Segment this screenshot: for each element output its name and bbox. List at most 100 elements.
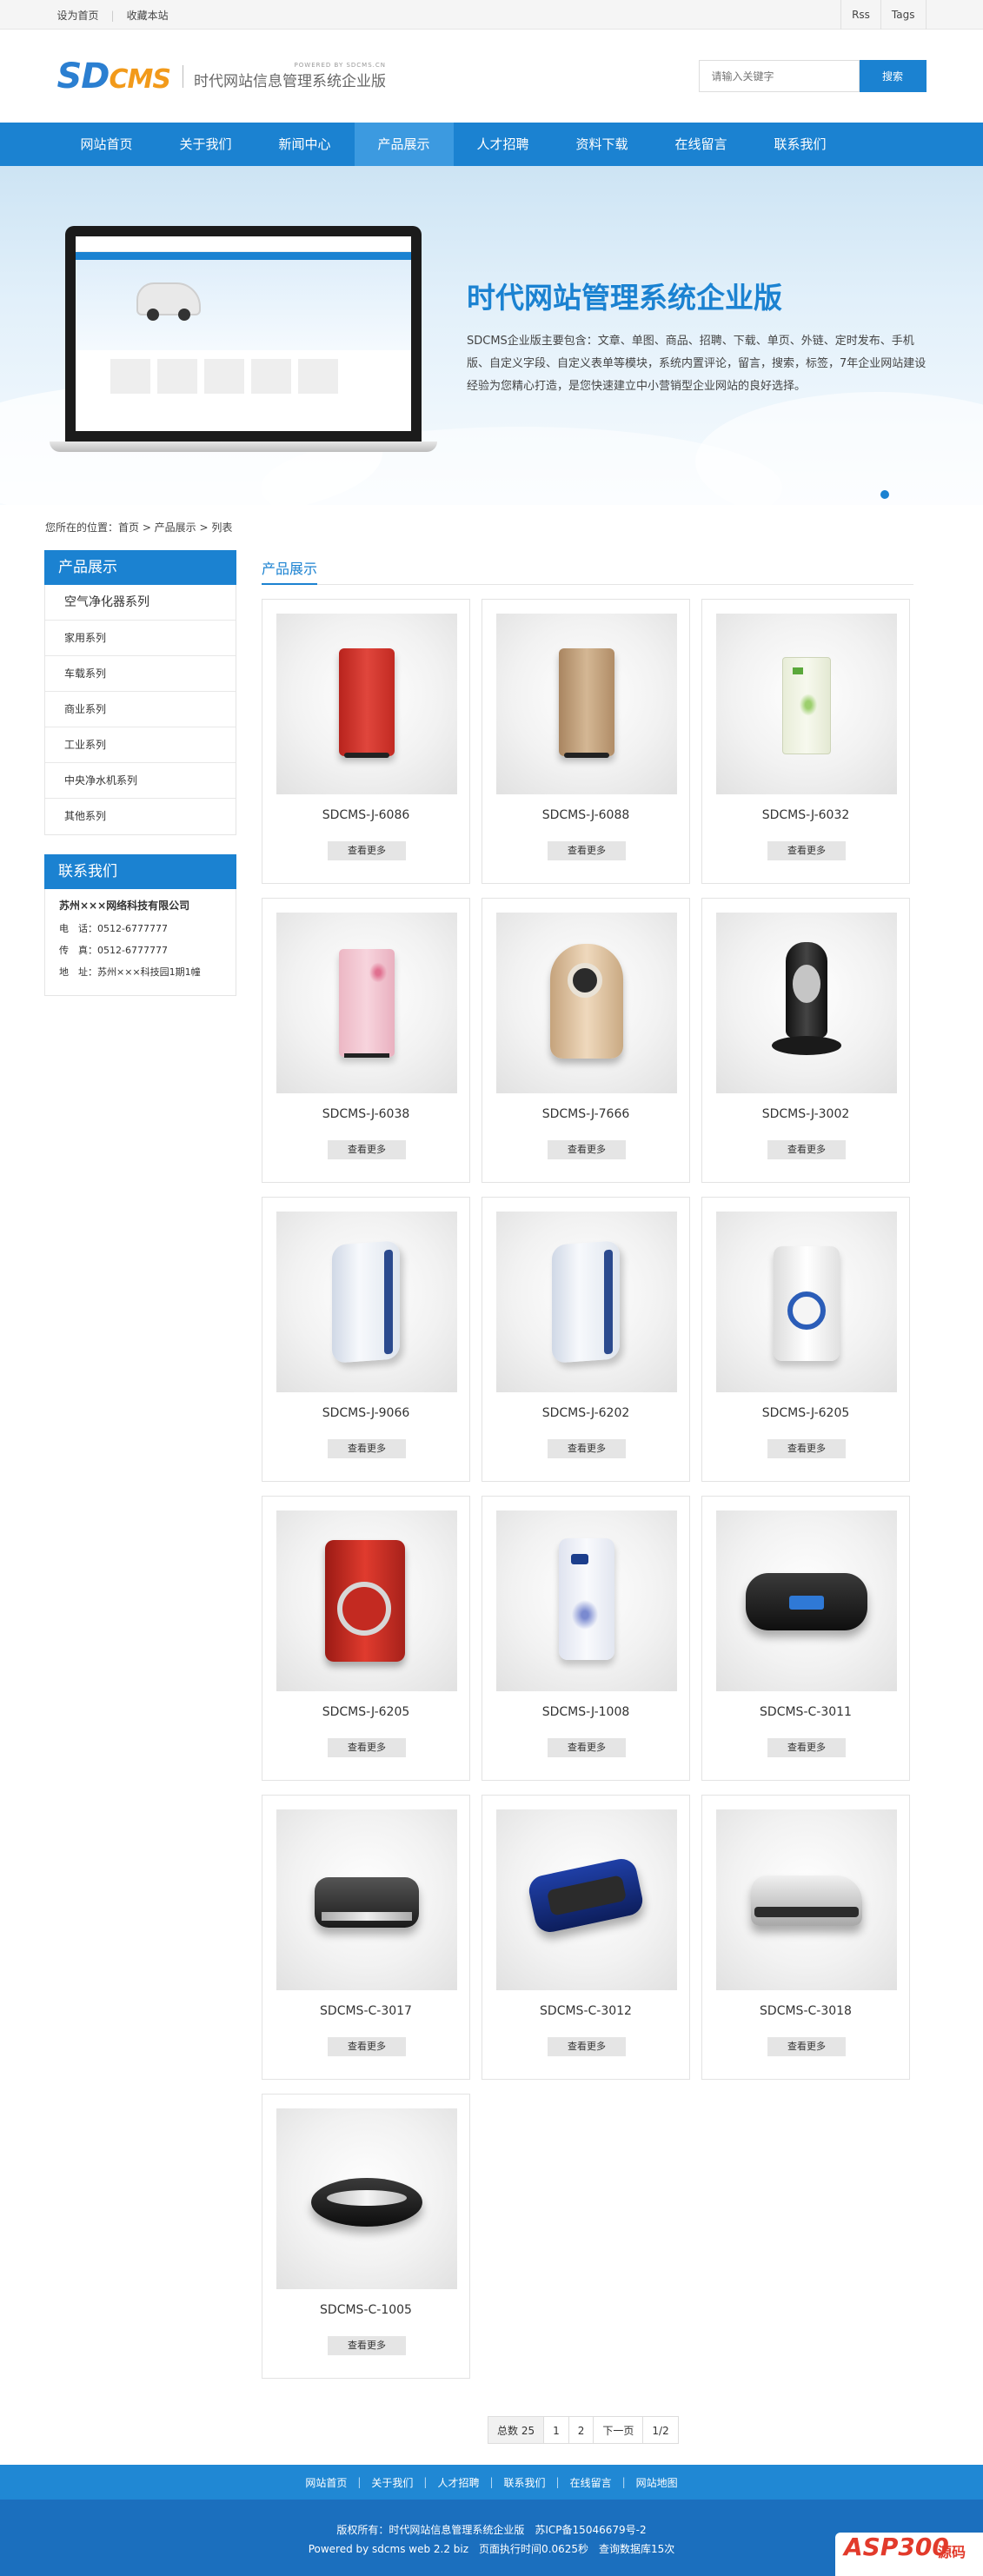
product-image[interactable]: [716, 1510, 897, 1691]
sidebar-category-item[interactable]: 中央净水机系列: [45, 763, 236, 799]
product-name[interactable]: SDCMS-J-6038: [262, 1107, 469, 1121]
nav-item[interactable]: 新闻中心: [256, 123, 355, 166]
sidebar: 产品展示 空气净化器系列 家用系列 车载系列 商业系列 工业系列 中央净水机系列 其他系列 …: [44, 550, 236, 996]
product-card[interactable]: SDCMS-J-3002 查看更多: [701, 898, 910, 1183]
next-page-link[interactable]: 下一页: [593, 2416, 644, 2444]
product-image[interactable]: [716, 614, 897, 794]
view-more-button[interactable]: 查看更多: [328, 1140, 406, 1159]
footer-link[interactable]: 网站首页: [305, 2475, 347, 2490]
logo[interactable]: SDCMS POWERED BY SDCMS.CN 时代网站信息管理系统企业版: [57, 56, 387, 96]
product-name[interactable]: SDCMS-J-6086: [262, 808, 469, 822]
product-card[interactable]: SDCMS-J-6202 查看更多: [482, 1197, 690, 1482]
product-card[interactable]: SDCMS-C-3011 查看更多: [701, 1496, 910, 1781]
product-image[interactable]: [496, 614, 677, 794]
product-name[interactable]: SDCMS-J-6088: [482, 808, 689, 822]
product-image[interactable]: [276, 1212, 457, 1392]
nav-item[interactable]: 人才招聘: [454, 123, 553, 166]
product-name[interactable]: SDCMS-J-6205: [262, 1705, 469, 1719]
sidebar-category-item[interactable]: 车载系列: [45, 656, 236, 692]
sidebar-category-item[interactable]: 空气净化器系列: [45, 585, 236, 621]
rss-link[interactable]: Rss: [840, 0, 880, 30]
product-card[interactable]: SDCMS-J-9066 查看更多: [262, 1197, 470, 1482]
product-name[interactable]: SDCMS-J-6032: [702, 808, 909, 822]
product-name[interactable]: SDCMS-J-6205: [702, 1406, 909, 1420]
car-image: [136, 282, 201, 321]
bookmark-link[interactable]: 收藏本站: [127, 10, 181, 22]
view-more-button[interactable]: 查看更多: [548, 2037, 626, 2056]
view-more-button[interactable]: 查看更多: [548, 1738, 626, 1757]
product-image[interactable]: [276, 2108, 457, 2289]
footer-link[interactable]: 在线留言: [570, 2475, 612, 2490]
product-card[interactable]: SDCMS-C-3018 查看更多: [701, 1795, 910, 2080]
product-name[interactable]: SDCMS-C-3017: [262, 2004, 469, 2018]
tags-link[interactable]: Tags: [880, 0, 927, 30]
product-card[interactable]: SDCMS-J-6038 查看更多: [262, 898, 470, 1183]
sidebar-category-item[interactable]: 工业系列: [45, 727, 236, 763]
product-image[interactable]: [276, 1510, 457, 1691]
page-link-2[interactable]: 2: [568, 2416, 594, 2444]
search-button[interactable]: 搜索: [859, 60, 927, 92]
nav-item[interactable]: 网站首页: [57, 123, 156, 166]
product-card[interactable]: SDCMS-J-1008 查看更多: [482, 1496, 690, 1781]
product-name[interactable]: SDCMS-J-6202: [482, 1406, 689, 1420]
product-name[interactable]: SDCMS-C-3012: [482, 2004, 689, 2018]
product-card[interactable]: SDCMS-J-6032 查看更多: [701, 599, 910, 884]
product-card[interactable]: SDCMS-C-1005 查看更多: [262, 2094, 470, 2379]
product-image[interactable]: [496, 1510, 677, 1691]
view-more-button[interactable]: 查看更多: [328, 2037, 406, 2056]
view-more-button[interactable]: 查看更多: [548, 841, 626, 860]
product-image[interactable]: [716, 1212, 897, 1392]
footer-link[interactable]: 联系我们: [504, 2475, 546, 2490]
sidebar-category-item[interactable]: 其他系列: [45, 799, 236, 834]
view-more-button[interactable]: 查看更多: [328, 2336, 406, 2355]
nav-item[interactable]: 资料下载: [553, 123, 652, 166]
footer-link[interactable]: 人才招聘: [437, 2475, 479, 2490]
product-card[interactable]: SDCMS-J-7666 查看更多: [482, 898, 690, 1183]
product-name[interactable]: SDCMS-C-3011: [702, 1705, 909, 1719]
view-more-button[interactable]: 查看更多: [767, 1738, 846, 1757]
set-home-link[interactable]: 设为首页: [57, 10, 111, 22]
product-card[interactable]: SDCMS-J-6086 查看更多: [262, 599, 470, 884]
view-more-button[interactable]: 查看更多: [767, 1439, 846, 1458]
slider-dot[interactable]: [880, 490, 889, 499]
product-card[interactable]: SDCMS-C-3017 查看更多: [262, 1795, 470, 2080]
product-name[interactable]: SDCMS-J-9066: [262, 1406, 469, 1420]
view-more-button[interactable]: 查看更多: [548, 1140, 626, 1159]
asp300-badge[interactable]: ASP300 源码: [835, 2533, 983, 2576]
nav-item[interactable]: 产品展示: [354, 123, 454, 166]
sidebar-category-item[interactable]: 家用系列: [45, 621, 236, 656]
product-name[interactable]: SDCMS-C-3018: [702, 2004, 909, 2018]
view-more-button[interactable]: 查看更多: [767, 2037, 846, 2056]
product-image[interactable]: [496, 913, 677, 1093]
product-name[interactable]: SDCMS-J-3002: [702, 1107, 909, 1121]
header: SDCMS POWERED BY SDCMS.CN 时代网站信息管理系统企业版 …: [0, 30, 983, 123]
view-more-button[interactable]: 查看更多: [767, 1140, 846, 1159]
product-image[interactable]: [276, 913, 457, 1093]
product-name[interactable]: SDCMS-C-1005: [262, 2303, 469, 2317]
view-more-button[interactable]: 查看更多: [328, 1738, 406, 1757]
product-card[interactable]: SDCMS-J-6205 查看更多: [701, 1197, 910, 1482]
search-input[interactable]: [698, 60, 860, 92]
product-name[interactable]: SDCMS-J-1008: [482, 1705, 689, 1719]
product-image[interactable]: [276, 1809, 457, 1990]
product-image[interactable]: [716, 913, 897, 1093]
product-image[interactable]: [496, 1212, 677, 1392]
nav-item[interactable]: 关于我们: [156, 123, 256, 166]
product-image[interactable]: [276, 614, 457, 794]
footer-link[interactable]: 关于我们: [371, 2475, 413, 2490]
product-card[interactable]: SDCMS-J-6088 查看更多: [482, 599, 690, 884]
sidebar-category-item[interactable]: 商业系列: [45, 692, 236, 727]
view-more-button[interactable]: 查看更多: [328, 1439, 406, 1458]
view-more-button[interactable]: 查看更多: [328, 841, 406, 860]
nav-item[interactable]: 联系我们: [751, 123, 850, 166]
view-more-button[interactable]: 查看更多: [548, 1439, 626, 1458]
product-card[interactable]: SDCMS-C-3012 查看更多: [482, 1795, 690, 2080]
view-more-button[interactable]: 查看更多: [767, 841, 846, 860]
product-image[interactable]: [496, 1809, 677, 1990]
product-name[interactable]: SDCMS-J-7666: [482, 1107, 689, 1121]
product-image[interactable]: [716, 1809, 897, 1990]
page-link-1[interactable]: 1: [543, 2416, 569, 2444]
nav-item[interactable]: 在线留言: [652, 123, 751, 166]
footer-link[interactable]: 网站地图: [636, 2475, 678, 2490]
product-card[interactable]: SDCMS-J-6205 查看更多: [262, 1496, 470, 1781]
